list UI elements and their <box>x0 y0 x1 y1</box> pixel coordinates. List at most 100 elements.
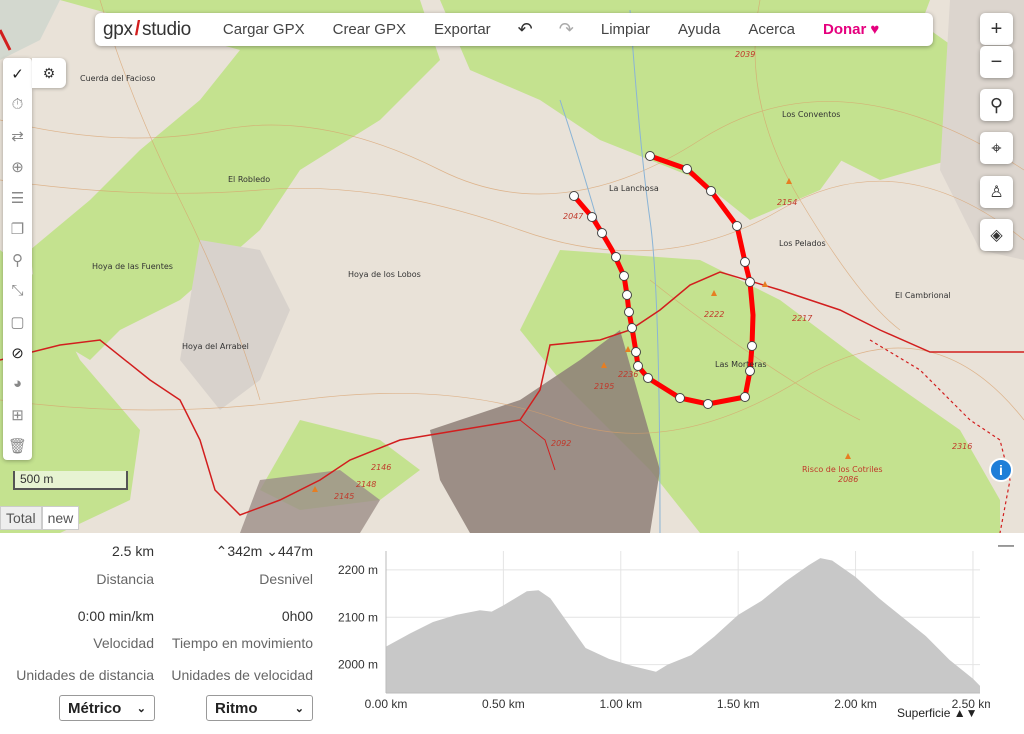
export-button[interactable]: Exportar <box>434 21 491 38</box>
map-view[interactable]: Cuerda del Facioso El Robledo Hoya de la… <box>0 0 1024 533</box>
scale-bar: 500 m <box>13 471 128 490</box>
peak-marker <box>601 362 607 368</box>
search-icon[interactable]: ⚲ <box>980 89 1013 121</box>
elevation-label: 2148 <box>356 480 377 489</box>
stopwatch-icon[interactable]: ⏱ <box>3 89 32 120</box>
help-button[interactable]: Ayuda <box>678 21 720 38</box>
hide-icon[interactable]: ⊘ <box>3 337 32 368</box>
peak-marker <box>845 453 851 459</box>
place-label: Los Conventos <box>782 110 841 119</box>
load-gpx-button[interactable]: Cargar GPX <box>223 21 305 38</box>
x-tick-label: 1.50 km <box>717 697 760 711</box>
place-label: Hoya de las Fuentes <box>92 262 173 271</box>
speed-units-label: Unidades de velocidad <box>171 667 313 683</box>
donate-button[interactable]: Donar ♥ <box>823 21 879 38</box>
x-tick-label: 0.00 km <box>365 697 408 711</box>
copy-icon[interactable]: ❐ <box>3 213 32 244</box>
x-tick-label: 1.00 km <box>599 697 642 711</box>
distance-units-label: Unidades de distancia <box>16 667 154 683</box>
elevation-label: 2195 <box>594 382 615 391</box>
elevation-chart[interactable]: 0.00 km 0.50 km 1.00 km 1.50 km 2.00 km 2.50 … <box>320 541 990 711</box>
y-tick-label: 2000 m <box>338 658 378 672</box>
place-label: Los Pelados <box>779 239 826 248</box>
heart-icon: ♥ <box>870 21 880 38</box>
peak-marker <box>762 281 768 287</box>
elevation-area <box>386 558 980 693</box>
app-logo[interactable]: gpx / studio <box>103 18 191 41</box>
stats-panel: 2.5 km Distancia ⌃342m ⌄447m Desnivel 0:… <box>0 533 1024 734</box>
chevron-down-icon: ⌄ <box>136 702 146 715</box>
place-label: Hoya de los Lobos <box>348 270 421 279</box>
elevation-label: 2154 <box>777 198 798 207</box>
moving-time-value: 0h00 <box>281 608 313 624</box>
app-root: Cuerda del Facioso El Robledo Hoya de la… <box>0 0 1024 734</box>
place-label: El Cambrional <box>895 291 951 300</box>
list-icon[interactable]: ☰ <box>3 182 32 213</box>
elev-up-value: 342m <box>227 543 263 559</box>
peak-marker <box>625 346 631 352</box>
x-tick-label: 2.00 km <box>834 697 877 711</box>
speed-value: 0:00 min/km <box>77 608 154 624</box>
info-icon[interactable]: i <box>989 458 1013 482</box>
elevation-label: 2316 <box>952 442 973 451</box>
chevron-down-icon: ⌄ <box>294 702 304 715</box>
elev-down-icon: ⌄ <box>266 543 278 559</box>
top-toolbar: gpx / studio Cargar GPX Crear GPX Exportar… <box>95 13 933 46</box>
left-toolbar: ✓ ⏱ ⇄ ⊕ ☰ ❐ ⚲ ⤡ ▢ ⊘ ◕ ⊞ 🗑 <box>3 58 32 460</box>
logo-text-studio: studio <box>142 18 191 40</box>
layers-icon[interactable]: ◈ <box>980 219 1013 251</box>
elevation-label: 2145 <box>334 492 355 501</box>
logo-text-gpx: gpx <box>103 18 133 40</box>
moving-time-label: Tiempo en movimiento <box>171 635 313 651</box>
sort-arrows-icon: ▲▼ <box>953 706 978 720</box>
gear-icon[interactable]: ⚙ <box>32 58 66 88</box>
collapse-icon[interactable]: — <box>998 537 1014 555</box>
redo-icon[interactable]: ↷ <box>559 19 574 40</box>
tab-new[interactable]: new <box>41 506 80 530</box>
elevation-label: 2146 <box>371 463 392 472</box>
zoom-out-icon[interactable]: − <box>980 46 1013 78</box>
undo-icon[interactable]: ↶ <box>518 19 533 40</box>
donate-label: Donar <box>823 21 867 38</box>
speed-units-select[interactable]: Ritmo ⌄ <box>206 695 313 721</box>
plus-circle-icon[interactable]: ⊕ <box>3 151 32 182</box>
speed-label: Velocidad <box>93 635 154 651</box>
file-tabs: Total new <box>0 506 80 530</box>
elevation-label: Desnivel <box>259 571 313 587</box>
reverse-icon[interactable]: ⇄ <box>3 120 32 151</box>
place-label: Hoya del Arrabel <box>182 342 249 351</box>
peak-marker <box>312 486 318 492</box>
y-tick-label: 2200 m <box>338 563 378 577</box>
tab-total[interactable]: Total <box>0 506 42 530</box>
place-label: La Lanchosa <box>609 184 659 193</box>
pin-icon[interactable]: ⚲ <box>3 244 32 275</box>
y-tick-label: 2100 m <box>338 610 378 624</box>
elevation-label: 2039 <box>735 50 756 59</box>
surface-toggle[interactable]: Superficie ▲▼ <box>897 706 977 720</box>
elevation-label: 2222 <box>704 310 725 319</box>
peak-marker <box>786 178 792 184</box>
place-label: El Robledo <box>228 175 271 184</box>
create-gpx-button[interactable]: Crear GPX <box>333 21 406 38</box>
extract-icon[interactable]: ⊞ <box>3 399 32 430</box>
crop-icon[interactable]: ▢ <box>3 306 32 337</box>
street-view-icon[interactable]: ♙ <box>980 176 1013 208</box>
locate-icon[interactable]: ⌖ <box>980 132 1013 164</box>
check-icon[interactable]: ✓ <box>3 58 32 89</box>
surface-label: Superficie <box>897 706 951 720</box>
place-label: Las Morteras <box>715 360 767 369</box>
distance-units-select[interactable]: Métrico ⌄ <box>59 695 155 721</box>
compress-icon[interactable]: ⤡ <box>3 275 32 306</box>
elevation-value: ⌃342m ⌄447m <box>216 543 313 560</box>
about-button[interactable]: Acerca <box>748 21 795 38</box>
trash-icon[interactable]: 🗑 <box>3 430 32 461</box>
elevation-label: 2047 <box>563 212 584 221</box>
x-tick-label: 0.50 km <box>482 697 525 711</box>
distance-units-value: Métrico <box>68 699 122 717</box>
elevation-label: 2236 <box>618 370 639 379</box>
peak-marker <box>711 290 717 296</box>
clear-button[interactable]: Limpiar <box>601 21 650 38</box>
place-label: Risco de los Cotriles <box>802 465 883 474</box>
palette-icon[interactable]: ◕ <box>3 368 32 399</box>
zoom-in-icon[interactable]: + <box>980 13 1013 45</box>
